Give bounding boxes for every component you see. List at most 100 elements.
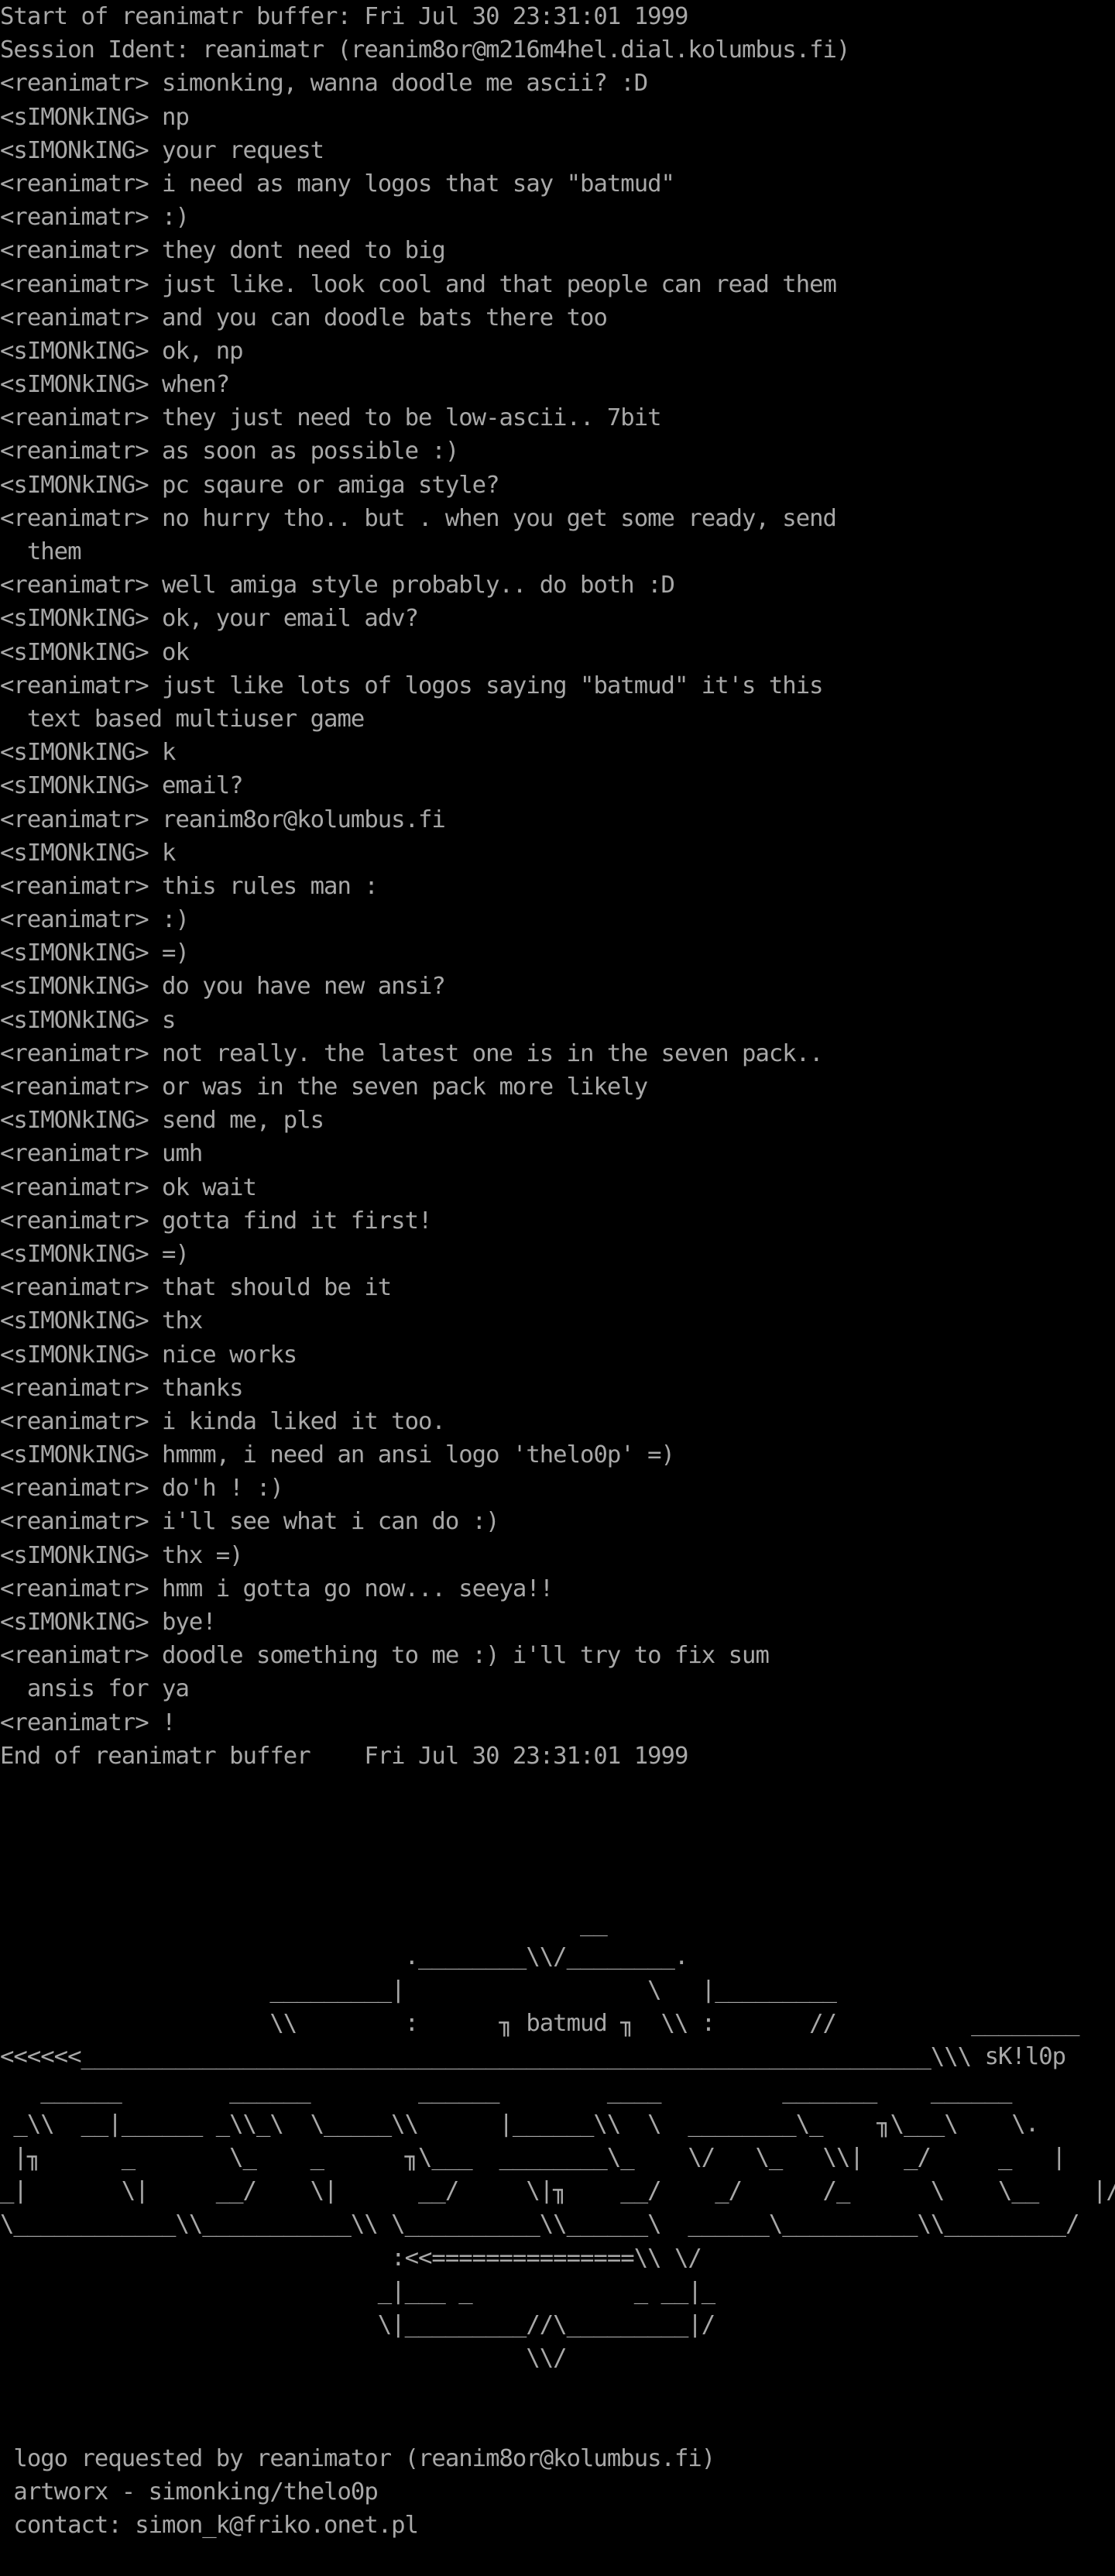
- chat-message: <reanimatr> doodle something to me :) i'…: [0, 1639, 1115, 1672]
- chat-text: k: [162, 739, 176, 767]
- chat-message: <reanimatr> :): [0, 201, 1115, 234]
- chat-message: <sIMONkING> k: [0, 836, 1115, 870]
- ascii-logo-line: \\/: [0, 2344, 567, 2372]
- chat-text: simonking, wanna doodle me ascii? :D: [162, 70, 648, 98]
- chat-message: <reanimatr> i kinda liked it too.: [0, 1405, 1115, 1438]
- chat-nick: <sIMONkING>: [0, 1541, 149, 1569]
- chat-message: <sIMONkING> np: [0, 101, 1115, 134]
- chat-text: just like. look cool and that people can…: [162, 270, 837, 298]
- ascii-logo-line: _|___ _ _ __|_: [0, 2277, 716, 2305]
- chat-nick: <reanimatr>: [0, 237, 149, 265]
- chat-nick: <reanimatr>: [0, 906, 149, 934]
- chat-text: well amiga style probably.. do both :D: [162, 572, 675, 599]
- chat-nick: <reanimatr>: [0, 1207, 149, 1235]
- chat-nick: <reanimatr>: [0, 504, 149, 532]
- chat-message: <reanimatr> not really. the latest one i…: [0, 1037, 1115, 1070]
- chat-nick: <reanimatr>: [0, 872, 149, 900]
- chat-nick: <reanimatr>: [0, 805, 149, 833]
- chat-nick: <reanimatr>: [0, 1508, 149, 1536]
- chat-message: <sIMONkING> ok, your email adv?: [0, 602, 1115, 635]
- ascii-logo-line: __: [0, 1909, 608, 1937]
- ascii-logo-line: |╖ _ \_ _ ╖\___ ________\_ \/ \_ \\| _/ …: [0, 2144, 1066, 2171]
- buffer-start-line: Start of reanimatr buffer: Fri Jul 30 23…: [0, 3, 688, 30]
- chat-text: s: [162, 1006, 176, 1034]
- chat-message: <sIMONkING> send me, pls: [0, 1104, 1115, 1137]
- terminal-screen: Start of reanimatr buffer: Fri Jul 30 23…: [0, 0, 1115, 2576]
- chat-nick: <sIMONkING>: [0, 1006, 149, 1034]
- chat-message-continuation: them: [0, 538, 82, 565]
- chat-text: thx: [162, 1307, 203, 1335]
- chat-message: <reanimatr> thanks: [0, 1372, 1115, 1405]
- chat-text: ok, your email adv?: [162, 605, 419, 633]
- chat-nick: <sIMONkING>: [0, 605, 149, 633]
- chat-nick: <sIMONkING>: [0, 1609, 149, 1636]
- ascii-logo-line: _| \| __/ \| __/ \|╖ __/ _/ /_ \ \__ |/ …: [0, 2177, 1115, 2205]
- chat-text: just like lots of logos saying "batmud" …: [162, 671, 824, 699]
- chat-text: this rules man :: [162, 872, 379, 900]
- chat-nick: <sIMONkING>: [0, 1341, 149, 1369]
- chat-text: thx =): [162, 1541, 244, 1569]
- chat-message: <reanimatr> they just need to be low-asc…: [0, 401, 1115, 434]
- chat-text: not really. the latest one is in the sev…: [162, 1039, 824, 1067]
- chat-text: k: [162, 839, 176, 867]
- chat-message: <sIMONkING> =): [0, 1238, 1115, 1271]
- chat-nick: <sIMONkING>: [0, 1307, 149, 1335]
- chat-nick: <sIMONkING>: [0, 939, 149, 967]
- chat-nick: <sIMONkING>: [0, 638, 149, 666]
- ascii-logo-line: _\\ __|______ _\\_\ \_____\\ |______\\ \…: [0, 2110, 1039, 2138]
- chat-nick: <reanimatr>: [0, 1073, 149, 1101]
- chat-log: <reanimatr> simonking, wanna doodle me a…: [0, 67, 1115, 1739]
- ascii-logo-line: ______ ______ ______ ____ _______ ______: [0, 2076, 1012, 2104]
- chat-nick: <reanimatr>: [0, 1575, 149, 1602]
- chat-message: <sIMONkING> thx: [0, 1304, 1115, 1338]
- chat-message: <sIMONkING> nice works: [0, 1338, 1115, 1372]
- chat-nick: <reanimatr>: [0, 1709, 149, 1736]
- chat-text: i'll see what i can do :): [162, 1508, 499, 1536]
- chat-message: <sIMONkING> email?: [0, 769, 1115, 802]
- chat-message: <reanimatr> hmm i gotta go now... seeya!…: [0, 1572, 1115, 1606]
- chat-message: <sIMONkING> s: [0, 1004, 1115, 1037]
- chat-message: <reanimatr> no hurry tho.. but . when yo…: [0, 502, 1115, 535]
- ascii-logo-line: \\ : ╖ batmud ╖ \\ : // ________: [0, 2010, 1079, 2038]
- ascii-logo-line: \|_________//\_________|/: [0, 2310, 716, 2338]
- ascii-logo-line: <<<<<<__________________________________…: [0, 2043, 1066, 2071]
- chat-text: i need as many logos that say "batmud": [162, 170, 675, 197]
- chat-nick: <sIMONkING>: [0, 1441, 149, 1469]
- chat-nick: <reanimatr>: [0, 438, 149, 465]
- chat-text: email?: [162, 772, 244, 800]
- ascii-logo-line: \____________\\___________\\ \__________…: [0, 2210, 1080, 2238]
- chat-nick: <sIMONkING>: [0, 337, 149, 365]
- chat-text: or was in the seven pack more likely: [162, 1073, 648, 1101]
- chat-message: <sIMONkING> thx =): [0, 1539, 1115, 1572]
- chat-message: <reanimatr> :): [0, 903, 1115, 936]
- chat-message: <reanimatr> reanim8or@kolumbus.fi: [0, 803, 1115, 836]
- chat-text: pc sqaure or amiga style?: [162, 471, 499, 499]
- chat-message: <reanimatr> !: [0, 1706, 1115, 1740]
- chat-nick: <reanimatr>: [0, 404, 149, 432]
- chat-nick: <reanimatr>: [0, 1642, 149, 1670]
- chat-text: when?: [162, 371, 230, 399]
- chat-text: your request: [162, 136, 324, 164]
- chat-message: <reanimatr> well amiga style probably.. …: [0, 568, 1115, 602]
- chat-text: ok: [162, 638, 190, 666]
- chat-nick: <reanimatr>: [0, 270, 149, 298]
- chat-message: <reanimatr> i need as many logos that sa…: [0, 167, 1115, 201]
- chat-text: ok wait: [162, 1173, 257, 1201]
- chat-message: <reanimatr> just like. look cool and tha…: [0, 268, 1115, 301]
- chat-text: doodle something to me :) i'll try to fi…: [162, 1642, 770, 1670]
- chat-text: reanim8or@kolumbus.fi: [162, 805, 446, 833]
- chat-nick: <reanimatr>: [0, 1173, 149, 1201]
- chat-message-continuation: text based multiuser game: [0, 705, 365, 733]
- chat-nick: <reanimatr>: [0, 1407, 149, 1435]
- chat-message: <sIMONkING> do you have new ansi?: [0, 970, 1115, 1003]
- chat-text: !: [162, 1709, 176, 1736]
- chat-message: <reanimatr> just like lots of logos sayi…: [0, 669, 1115, 702]
- chat-message: <sIMONkING> k: [0, 736, 1115, 769]
- chat-message: <sIMONkING> hmmm, i need an ansi logo 't…: [0, 1438, 1115, 1472]
- chat-message: <reanimatr> and you can doodle bats ther…: [0, 301, 1115, 335]
- chat-text: nice works: [162, 1341, 297, 1369]
- chat-message: <sIMONkING> bye!: [0, 1606, 1115, 1639]
